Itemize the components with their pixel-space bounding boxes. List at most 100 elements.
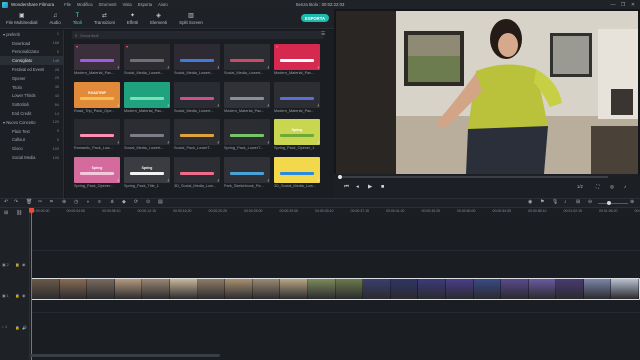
title-card[interactable]: Spring ⤓ Spring_Pack_Opener... (74, 156, 120, 195)
title-card[interactable]: ⤓ Modern_Material_Pac... (124, 81, 170, 120)
download-icon[interactable]: ⤓ (168, 65, 170, 69)
track-eye-icon[interactable]: ◉ (22, 293, 25, 298)
frame-back-icon[interactable]: ◂ (356, 184, 359, 190)
download-icon[interactable]: ⤓ (118, 140, 120, 144)
zoom-in-icon[interactable]: ⊕ (630, 199, 634, 205)
track-lock-icon[interactable]: 🔒 (15, 262, 20, 267)
preview-scrub-handle[interactable] (338, 174, 342, 179)
download-icon[interactable]: ⤓ (318, 140, 320, 144)
track-mute-icon[interactable]: 🔊 (22, 325, 27, 330)
search-box[interactable]: ⌕ (72, 31, 324, 39)
motion-icon[interactable]: ⟳ (134, 199, 138, 205)
marker-icon[interactable]: ⚑ (540, 199, 544, 205)
title-thumbnail[interactable]: ⤓ (174, 81, 220, 108)
snap-icon[interactable]: ⊞ (576, 199, 580, 205)
title-thumbnail[interactable]: ⤓ (274, 156, 320, 183)
download-icon[interactable]: ⤓ (268, 140, 270, 144)
title-thumbnail[interactable]: ⤓ (274, 81, 320, 108)
download-icon[interactable]: ⤓ (218, 103, 220, 107)
title-thumbnail[interactable]: ⤓ (224, 81, 270, 108)
download-icon[interactable]: ⤓ (118, 65, 120, 69)
color-icon[interactable]: ◑ (86, 199, 89, 205)
download-icon[interactable]: ⤓ (268, 178, 270, 182)
search-input[interactable] (79, 32, 280, 38)
maximize-icon[interactable]: ❐ (618, 2, 628, 8)
stabilize-icon[interactable]: ⊙ (146, 199, 150, 205)
title-thumbnail[interactable]: ♥ ⤓ (274, 44, 320, 70)
add-track-icon[interactable]: ⊞ (4, 210, 8, 216)
download-icon[interactable]: ⤓ (168, 178, 170, 182)
favorite-heart-icon[interactable]: ♥ (126, 45, 128, 49)
tab-split-screen[interactable]: ▥ Split Screen (173, 9, 209, 28)
timeline-ruler[interactable] (30, 208, 640, 217)
download-icon[interactable]: ⤓ (118, 103, 120, 107)
download-icon[interactable]: ⤓ (218, 140, 220, 144)
tab-effetti[interactable]: ✦ Effetti (121, 9, 144, 28)
title-card[interactable]: ♥ ⤓ Social_Media_Lowert... (124, 44, 170, 82)
title-card[interactable]: ⤓ Social_Media_Lowert... (174, 44, 220, 82)
title-thumbnail[interactable]: ⤓ (124, 81, 170, 108)
delete-icon[interactable]: 🗑 (26, 199, 32, 205)
menu-item-file[interactable]: File (64, 2, 71, 7)
title-card[interactable]: ⤓ Social_Media_Lowert... (224, 44, 270, 82)
title-card[interactable]: ♥ ⤓ Modern_Material_Pac... (74, 44, 120, 82)
menu-item-aiuto[interactable]: Aiuto (158, 2, 168, 7)
cut-icon[interactable]: ✂ (38, 199, 42, 205)
split-audio-icon[interactable]: ⋔ (110, 199, 114, 205)
redo-icon[interactable]: ↷ (14, 199, 18, 205)
title-card[interactable]: ⤓ Modern_Material_Pac... (274, 81, 320, 120)
title-thumbnail[interactable]: ⤓ (224, 119, 270, 145)
menu-item-vista[interactable]: Vista (122, 2, 131, 7)
track-lock-icon[interactable]: 🔒 (15, 325, 20, 330)
title-thumbnail[interactable]: Spring ⤓ (274, 119, 320, 145)
sidebar-item-titolo[interactable]: Titolo 45 (0, 83, 63, 92)
menu-item-modifica[interactable]: Modifica (77, 2, 93, 7)
timeline-scrollbar[interactable] (30, 354, 220, 357)
menu-item-strumenti[interactable]: Strumenti (99, 2, 117, 7)
sidebar-item-lower-thirds[interactable]: Lower Thirds 43 (0, 92, 63, 101)
sidebar-item-sottotitoli[interactable]: Sottotitoli 84 (0, 100, 63, 109)
title-thumbnail[interactable]: ♥ ⤓ (124, 44, 170, 70)
zoom-out-icon[interactable]: ⊖ (588, 199, 592, 205)
tab-elementi[interactable]: ◈ Elementi (144, 9, 173, 28)
download-icon[interactable]: ⤓ (168, 103, 170, 107)
sidebar-item-preferiti[interactable]: ▾ preferiti 1 (0, 30, 63, 39)
favorite-heart-icon[interactable]: ♥ (276, 45, 278, 49)
render-icon[interactable]: ◉ (528, 199, 532, 205)
sidebar-item-end-credit[interactable]: End Credit 14 (0, 109, 63, 118)
sidebar-item-nuovo-concetto[interactable]: ▾ Nuovo Concetto 120 (0, 118, 63, 127)
title-card[interactable]: ⤓ 3D_Social_Media_Low... (274, 156, 320, 195)
play-icon[interactable]: ▶ (368, 184, 372, 190)
title-thumbnail[interactable]: ⤓ (174, 44, 220, 70)
preview-scrub-track[interactable] (340, 176, 608, 178)
keyframe-icon[interactable]: ◆ (122, 199, 126, 205)
tab-transizioni[interactable]: ⇄ Transizioni (88, 9, 121, 28)
tab-file-multimediali[interactable]: ▣ File Multimediali (0, 9, 43, 28)
sidebar-item-personalizzato[interactable]: Personalizzato 0 (0, 48, 63, 57)
title-thumbnail[interactable]: ⤓ (124, 119, 170, 145)
step-back-icon[interactable]: ⏮ (344, 184, 349, 191)
title-card[interactable]: ♥ ⤓ Modern_Material_Pac... (274, 44, 320, 82)
audio-mixer-icon[interactable]: ≡ (98, 199, 101, 205)
sidebar-item-callout[interactable]: Callout 9 (0, 136, 63, 145)
video-clip[interactable] (31, 278, 640, 300)
zoom-slider[interactable] (598, 202, 628, 204)
sidebar-item-social-media[interactable]: Social Media 100 (0, 153, 63, 162)
zoom-slider-handle[interactable] (607, 201, 611, 205)
menu-item-esporta[interactable]: Esporta (138, 2, 152, 7)
title-card[interactable]: ⤓ Park_Sketchbook_Pa... (224, 156, 270, 195)
sidebar-item-gioco[interactable]: Gioco 103 (0, 144, 63, 153)
speed-icon[interactable]: ◷ (74, 199, 78, 205)
green-screen-icon[interactable]: ▤ (158, 199, 163, 205)
title-thumbnail[interactable]: Spring ⤓ (74, 156, 120, 183)
sidebar-item-festival-ed-eventi[interactable]: Festival ed Eventi 28 (0, 65, 63, 74)
track-eye-icon[interactable]: ◉ (22, 262, 25, 267)
download-icon[interactable]: ⤓ (268, 103, 270, 107)
sidebar-item-download[interactable]: Download 166 (0, 39, 63, 48)
title-card[interactable]: Spring ⤓ Spring_Pack_Title_1 (124, 156, 170, 195)
title-thumbnail[interactable]: ⤓ (74, 119, 120, 145)
fullscreen-icon[interactable]: ⛶ (596, 184, 599, 189)
voiceover-icon[interactable]: 🎙 (552, 199, 558, 205)
title-thumbnail[interactable]: ♥ ⤓ (74, 44, 120, 70)
download-icon[interactable]: ⤓ (168, 140, 170, 144)
